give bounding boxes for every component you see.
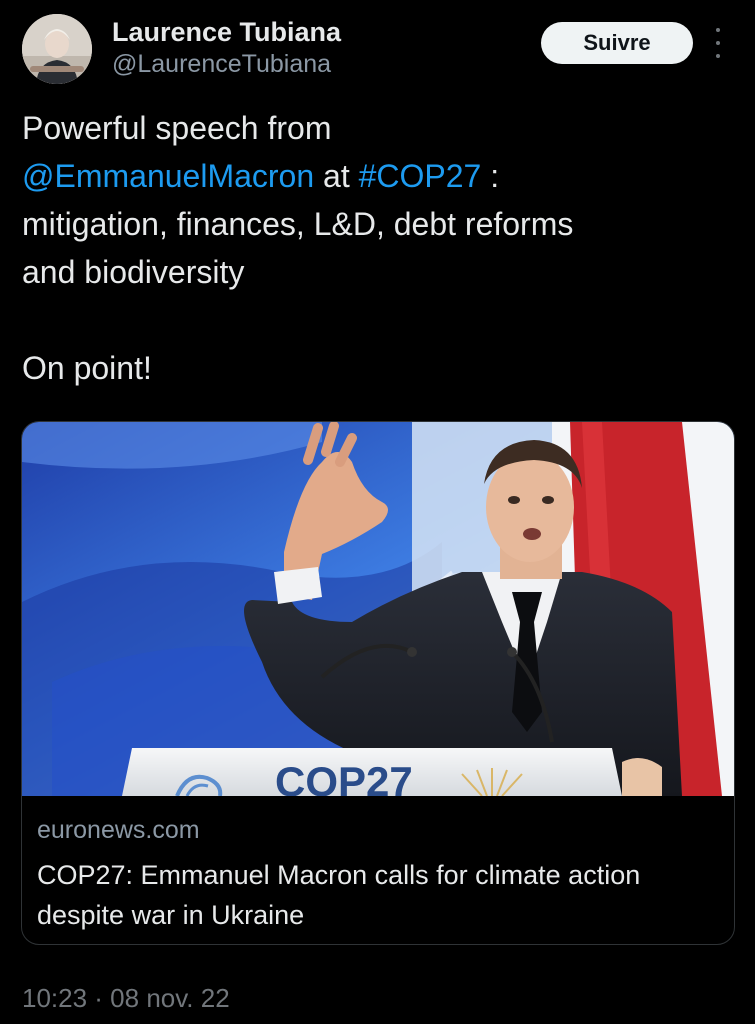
tweet-line: Powerful speech from <box>22 110 332 146</box>
avatar[interactable] <box>22 14 92 84</box>
tweet-fragment: : <box>481 158 500 194</box>
card-title: COP27: Emmanuel Macron calls for climate… <box>37 860 641 930</box>
mention-link[interactable]: @EmmanuelMacron <box>22 158 314 194</box>
tweet-line: mitigation, finances, L&D, debt reforms <box>22 206 574 242</box>
card-image[interactable]: COP27 <box>22 422 734 796</box>
author-handle[interactable]: @LaurenceTubiana <box>112 48 341 80</box>
author-display-name[interactable]: Laurence Tubiana <box>112 16 341 48</box>
podium-logo-text: COP27 <box>275 758 413 796</box>
tweet-header: Laurence Tubiana @LaurenceTubiana Suivre <box>22 14 733 86</box>
more-options-icon[interactable] <box>710 28 726 58</box>
hashtag-link[interactable]: #COP27 <box>359 158 482 194</box>
more-dot <box>716 54 720 58</box>
follow-button[interactable]: Suivre <box>541 22 693 64</box>
tweet-line: @EmmanuelMacron at #COP27 : <box>22 152 722 200</box>
card-domain: euronews.com <box>37 816 200 844</box>
tweet-timestamp[interactable]: 10:23 · 08 nov. 22 <box>22 983 230 1014</box>
more-dot <box>716 41 720 45</box>
avatar-image <box>22 14 92 84</box>
card-photo: COP27 <box>22 422 734 796</box>
tweet-text: Powerful speech from @EmmanuelMacron at … <box>22 104 722 392</box>
tweet-line: and biodiversity <box>22 254 245 290</box>
more-dot <box>716 28 720 32</box>
link-preview-card[interactable]: COP27 euronews.com COP27: Emmanuel Macro… <box>21 421 735 945</box>
tweet-fragment: at <box>314 158 359 194</box>
tweet-line: On point! <box>22 350 152 386</box>
author-info: Laurence Tubiana @LaurenceTubiana <box>112 16 341 80</box>
